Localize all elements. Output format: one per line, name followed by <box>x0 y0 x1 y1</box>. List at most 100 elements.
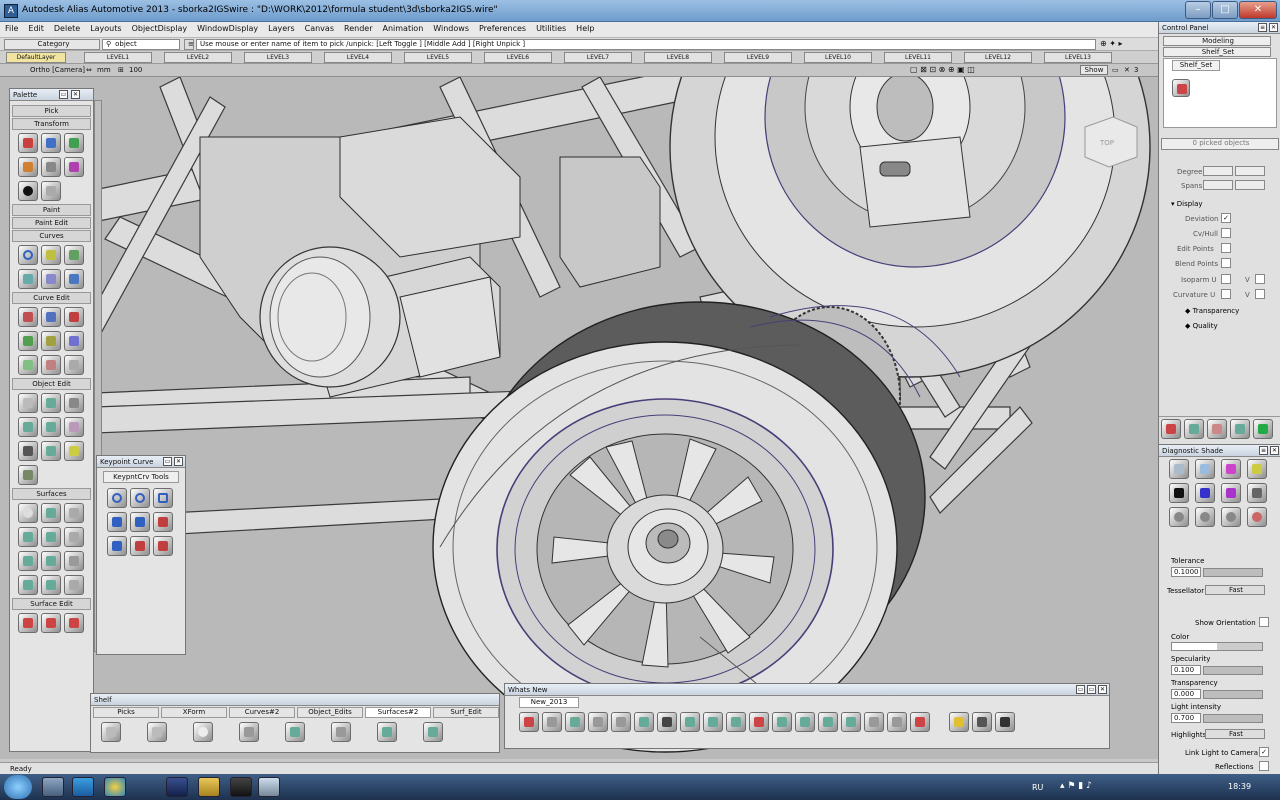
menu-help[interactable]: Help <box>571 22 599 33</box>
trim-curve-icon[interactable] <box>64 307 84 327</box>
menu-windowdisplay[interactable]: WindowDisplay <box>192 22 263 33</box>
surface-fillet-icon[interactable] <box>18 551 38 571</box>
specularity-field[interactable]: 0.100 <box>1171 665 1201 675</box>
degree-v-field[interactable] <box>1235 166 1265 176</box>
taskbar-photoshop-icon[interactable] <box>166 777 188 797</box>
taskbar-chrome-icon[interactable] <box>104 777 126 797</box>
keypoint-tab[interactable]: KeypntCrv Tools <box>103 471 179 483</box>
light-intensity-slider[interactable] <box>1203 714 1263 723</box>
twist-icon[interactable] <box>18 441 38 461</box>
kp-rect-icon[interactable] <box>153 488 173 508</box>
palette-section-surfaces[interactable]: Surfaces <box>12 488 91 500</box>
taskbar-lightroom-icon[interactable] <box>230 777 252 797</box>
taskbar-explorer-icon[interactable] <box>42 777 64 797</box>
model-canvas[interactable]: TOP <box>0 77 1158 759</box>
shelf-revolve-icon[interactable] <box>239 722 259 742</box>
shelf-blend-icon[interactable] <box>377 722 397 742</box>
tray-icons[interactable]: ▴ ⚑ ▮ ♪ <box>1060 781 1092 791</box>
blend-curve-icon[interactable] <box>64 245 84 265</box>
menu-utilities[interactable]: Utilities <box>531 22 571 33</box>
transparency-field[interactable]: 0.000 <box>1171 689 1201 699</box>
palette-section-pick[interactable]: Pick <box>12 105 91 117</box>
language-indicator[interactable]: RU <box>1032 783 1043 792</box>
extend-icon[interactable] <box>41 331 61 351</box>
shelf-skin-icon[interactable] <box>331 722 351 742</box>
layer-level13[interactable]: LEVEL13 <box>1044 52 1112 63</box>
whatsnew-minimize-icon[interactable]: ▭ <box>1076 685 1085 694</box>
prompt-toggle-icon[interactable]: ≡ <box>184 39 194 50</box>
palette-section-object-edit[interactable]: Object Edit <box>12 378 91 390</box>
shelf-tab-xform[interactable]: XForm <box>161 707 227 718</box>
start-button[interactable] <box>4 775 32 799</box>
taskbar-folder-icon[interactable] <box>198 777 220 797</box>
palette-section-surface-edit[interactable]: Surface Edit <box>12 598 91 610</box>
shade-mode-9-icon[interactable] <box>1169 507 1189 527</box>
tolerance-slider[interactable] <box>1203 568 1263 577</box>
wn-tool-14-icon[interactable] <box>818 712 838 732</box>
kp-arc-icon[interactable] <box>130 512 150 532</box>
transparency-row[interactable]: ◆ Transparency <box>1185 307 1239 315</box>
menu-objectdisplay[interactable]: ObjectDisplay <box>127 22 193 33</box>
editpoints-checkbox[interactable] <box>1221 243 1231 253</box>
kp-ellipse-icon[interactable] <box>130 488 150 508</box>
attach-icon[interactable] <box>18 417 38 437</box>
palette-section-paint[interactable]: Paint <box>12 204 91 216</box>
sculpt-icon[interactable] <box>64 393 84 413</box>
link-light-checkbox[interactable]: ✓ <box>1259 747 1269 757</box>
keypoint-close-icon[interactable]: ✕ <box>174 457 183 466</box>
wn-tool-20-icon[interactable] <box>972 712 992 732</box>
palette-section-transform[interactable]: Transform <box>12 118 91 130</box>
warp-icon[interactable] <box>41 417 61 437</box>
cp-tool-2-icon[interactable] <box>1184 419 1204 439</box>
diag-close-icon[interactable]: ✕ <box>1270 446 1279 455</box>
menu-edit[interactable]: Edit <box>23 22 49 33</box>
blendpoints-checkbox[interactable] <box>1221 258 1231 268</box>
cvhull-checkbox[interactable] <box>1221 228 1231 238</box>
tessellator-dropdown[interactable]: Fast <box>1205 585 1265 595</box>
shelf-set-item-icon[interactable] <box>1172 79 1190 97</box>
trim-icon[interactable] <box>18 613 38 633</box>
palette-section-curve-edit[interactable]: Curve Edit <box>12 292 91 304</box>
set-pivot-icon[interactable] <box>41 157 61 177</box>
layer-level7[interactable]: LEVEL7 <box>564 52 632 63</box>
shade-mode-10-icon[interactable] <box>1195 507 1215 527</box>
window-minimize-icon[interactable]: ▭ <box>1112 66 1119 74</box>
palette-collapse-icon[interactable]: ▭ <box>59 90 68 99</box>
category-field[interactable]: Category <box>4 39 100 50</box>
shade-mode-5-icon[interactable] <box>1169 483 1189 503</box>
layer-level1[interactable]: LEVEL1 <box>84 52 152 63</box>
shade-mode-7-icon[interactable] <box>1221 483 1241 503</box>
shade-mode-3-icon[interactable] <box>1221 459 1241 479</box>
shelf-xform-icon[interactable] <box>147 722 167 742</box>
kp-line-icon[interactable] <box>107 512 127 532</box>
shade-mode-2-icon[interactable] <box>1195 459 1215 479</box>
palette-section-paint-edit[interactable]: Paint Edit <box>12 217 91 229</box>
move-tool-icon[interactable] <box>18 133 38 153</box>
quality-row[interactable]: ◆ Quality <box>1185 322 1218 330</box>
align-icon[interactable] <box>18 331 38 351</box>
layer-level4[interactable]: LEVEL4 <box>324 52 392 63</box>
shelf-extrude-icon[interactable] <box>423 722 443 742</box>
wn-tool-11-icon[interactable] <box>749 712 769 732</box>
kp-cut-icon[interactable] <box>130 536 150 556</box>
layer-level8[interactable]: LEVEL8 <box>644 52 712 63</box>
primitive-sphere-icon[interactable] <box>18 503 38 523</box>
shelf-sphere-icon[interactable] <box>193 722 213 742</box>
isoparm-u-checkbox[interactable] <box>1221 274 1231 284</box>
project-icon[interactable] <box>64 355 84 375</box>
wn-tool-18-icon[interactable] <box>910 712 930 732</box>
shade-mode-12-icon[interactable] <box>1247 507 1267 527</box>
viewcube-label[interactable]: TOP <box>1099 139 1114 147</box>
layer-level3[interactable]: LEVEL3 <box>244 52 312 63</box>
wn-tool-13-icon[interactable] <box>795 712 815 732</box>
specularity-slider[interactable] <box>1203 666 1263 675</box>
taskbar-skype-icon[interactable] <box>72 777 94 797</box>
control-panel-menu-icon[interactable]: ≡ <box>1258 23 1267 32</box>
shelf-set-tab[interactable]: Shelf_Set <box>1172 60 1220 71</box>
boundary-icon[interactable] <box>64 575 84 595</box>
circle-tool-icon[interactable] <box>18 245 38 265</box>
extrude-icon[interactable] <box>64 527 84 547</box>
rail-surface-icon[interactable] <box>18 527 38 547</box>
shade-mode-11-icon[interactable] <box>1221 507 1241 527</box>
stretch-icon[interactable] <box>41 441 61 461</box>
